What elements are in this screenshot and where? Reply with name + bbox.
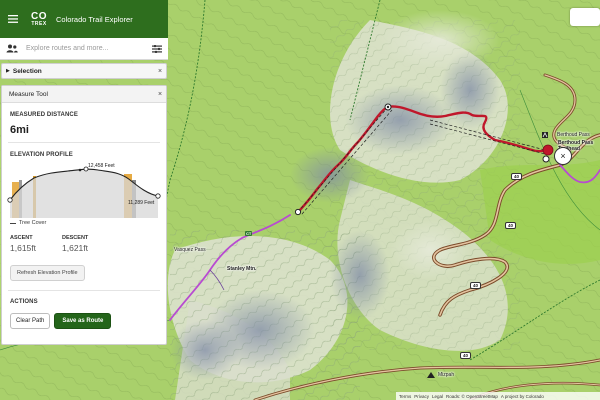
measure-tool-title: Measure Tool bbox=[9, 90, 48, 98]
app-logo[interactable]: CO TREX bbox=[26, 6, 52, 32]
map-label-vasquez-pass: Vasquez Pass bbox=[174, 247, 206, 253]
profile-min-label: 11,289 Feet bbox=[128, 200, 155, 206]
measure-tool-header: Measure Tool × bbox=[2, 86, 166, 103]
menu-button[interactable] bbox=[0, 0, 26, 38]
distance-value: 6mi bbox=[10, 124, 29, 136]
refresh-elevation-button[interactable]: Refresh Elevation Profile bbox=[10, 265, 85, 281]
route-shield-40: 40 bbox=[505, 222, 517, 229]
selection-panel[interactable]: ▶ Selection × bbox=[1, 63, 167, 79]
profile-end-point bbox=[155, 193, 161, 199]
actions-row: Clear Path Save as Route bbox=[2, 313, 166, 329]
clear-measure-marker[interactable]: × bbox=[554, 147, 572, 165]
trail-marker: CT bbox=[245, 231, 253, 236]
elevation-profile-area bbox=[10, 169, 158, 218]
selection-close-button[interactable]: × bbox=[154, 68, 166, 75]
elevation-stats: ASCENT 1,615ft DESCENT 1,621ft bbox=[2, 235, 166, 253]
ascent-value: 1,615ft bbox=[10, 243, 36, 253]
profile-start-point bbox=[7, 197, 13, 203]
people-icon[interactable] bbox=[0, 44, 24, 53]
logo-subtext: TREX bbox=[31, 20, 47, 27]
measure-tool-panel: Measure Tool × MEASURED DISTANCE 6mi ELE… bbox=[1, 85, 167, 345]
legend-swatch bbox=[10, 222, 16, 224]
route-shield-40: 40 bbox=[470, 282, 482, 289]
search-bar: Explore routes and more... bbox=[0, 38, 168, 60]
save-as-route-button[interactable]: Save as Route bbox=[54, 313, 112, 329]
map-attribution: Terms Privacy Legal Roads: © OpenStreetM… bbox=[396, 392, 600, 400]
route-shield-40: 40 bbox=[511, 173, 523, 180]
map-label-mizpah: Mizpah bbox=[438, 372, 455, 378]
route-shield-40: 40 bbox=[460, 352, 472, 359]
profile-max-label: 12,458 Feet bbox=[88, 163, 115, 169]
ascent-stat: ASCENT 1,615ft bbox=[10, 235, 62, 253]
descent-value: 1,621ft bbox=[62, 243, 88, 253]
map-control-button[interactable] bbox=[570, 8, 600, 26]
legal-link[interactable]: Legal bbox=[432, 394, 443, 399]
logo-text: CO bbox=[31, 10, 47, 22]
profile-max-marker bbox=[78, 168, 82, 172]
map-label-berthoud-pass: Berthoud Pass bbox=[557, 132, 590, 138]
privacy-link[interactable]: Privacy bbox=[414, 394, 429, 399]
ascent-label: ASCENT bbox=[10, 235, 33, 241]
search-input[interactable]: Explore routes and more... bbox=[24, 45, 146, 52]
hamburger-icon bbox=[8, 15, 18, 23]
app-title: Colorado Trail Explorer bbox=[56, 14, 133, 24]
elevation-profile-chart[interactable]: 12,458 Feet 11,289 Feet bbox=[6, 162, 162, 218]
filter-icon[interactable] bbox=[146, 44, 168, 53]
roads-attribution: Roads: © OpenStreetMap bbox=[446, 393, 498, 399]
legend-label: Tree Cover bbox=[19, 220, 47, 226]
caret-right-icon: ▶ bbox=[6, 68, 10, 74]
project-attribution[interactable]: A project by Colorado bbox=[501, 394, 544, 399]
descent-stat: DESCENT 1,621ft bbox=[62, 235, 114, 253]
map-label-stanley-mtn: Stanley Mtn. bbox=[227, 266, 257, 272]
measure-tool-close-button[interactable]: × bbox=[154, 91, 166, 98]
selection-label: Selection bbox=[12, 67, 42, 75]
descent-label: DESCENT bbox=[62, 235, 89, 241]
app-header: CO TREX Colorado Trail Explorer bbox=[0, 0, 168, 38]
terms-link[interactable]: Terms bbox=[399, 394, 411, 399]
clear-path-button[interactable]: Clear Path bbox=[10, 313, 51, 329]
